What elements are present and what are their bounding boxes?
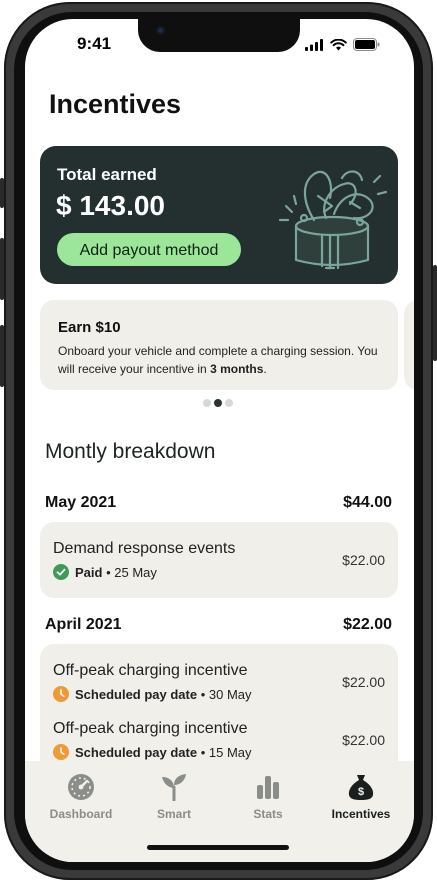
pagination-dot[interactable] [203,399,211,407]
item-status: Scheduled pay date [75,744,198,760]
bar-chart-icon [257,776,279,799]
item-date: 15 May [208,744,252,760]
item-date: 30 May [208,686,252,702]
incentive-item[interactable]: Off-peak charging incentive Scheduled pa… [53,662,385,706]
next-promo-card-peek[interactable] [404,300,414,390]
app-screen: 9:41 Incentives Total earned $ 143.00 Ad… [25,19,414,862]
month-label: April 2021 [45,616,122,633]
tab-label: Dashboard [49,807,113,821]
total-earned-label: Total earned [57,165,157,184]
status-icons [305,38,380,51]
item-amount: $22.00 [342,732,385,748]
camera-dot [156,26,165,35]
tab-smart[interactable]: Smart [129,773,219,821]
wifi-icon [330,38,347,50]
sprout-icon [162,774,186,801]
month-header-may: May 2021 $44.00 [45,494,392,512]
month-total: $44.00 [343,494,392,511]
signal-icon [305,38,323,51]
item-status: Scheduled pay date [75,686,198,702]
total-earned-card: Total earned $ 143.00 Add payout method [40,146,398,284]
earn-promo-card[interactable]: Earn $10 Onboard your vehicle and comple… [40,300,398,390]
battery-icon [353,38,380,51]
clock-icon [53,744,69,760]
page-title: Incentives [49,89,182,119]
tab-dashboard[interactable]: Dashboard [36,773,126,821]
pagination-dot-active[interactable] [214,399,222,407]
tab-label: Stats [253,807,283,821]
notch [138,19,300,52]
item-title: Off-peak charging incentive [53,662,248,679]
tab-incentives[interactable]: $ Incentives [316,773,406,821]
add-payout-method-button[interactable]: Add payout method [57,233,241,266]
item-status-line: Scheduled pay date • 15 May [53,744,252,760]
incentive-item[interactable]: Demand response events Paid • 25 May $22… [53,540,385,584]
bottom-tab-bar: Dashboard Smart Stats $ Incentives [25,761,414,862]
item-date: 25 May [114,564,157,580]
promo-text-end: . [263,362,267,376]
tab-stats[interactable]: Stats [223,773,313,821]
svg-text:$: $ [358,786,364,798]
side-button-power [433,265,437,361]
carousel-pagination [203,399,233,407]
money-bag-icon: $ [348,775,374,800]
item-title: Off-peak charging incentive [53,720,248,737]
status-time: 9:41 [77,34,112,53]
item-amount: $22.00 [342,674,385,690]
money-pot-illustration [278,170,388,270]
side-button-mute [0,178,4,208]
total-earned-amount: $ 143.00 [56,190,165,221]
incentive-item[interactable]: Off-peak charging incentive Scheduled pa… [53,720,385,764]
clock-icon [53,686,69,702]
pagination-dot[interactable] [225,399,233,407]
promo-title: Earn $10 [58,319,121,336]
side-button-volume-up [0,238,4,300]
gauge-icon [68,774,94,800]
month-items-card: Demand response events Paid • 25 May $22… [40,522,398,598]
promo-description: Onboard your vehicle and complete a char… [58,342,388,378]
tab-label: Incentives [331,807,391,821]
check-circle-icon [53,564,69,580]
item-status-line: Scheduled pay date • 30 May [53,686,252,702]
breakdown-title: Montly breakdown [45,440,216,463]
tab-label: Smart [156,807,191,821]
item-status-line: Paid • 25 May [53,564,157,580]
side-button-volume-down [0,325,4,387]
home-indicator[interactable] [147,845,289,850]
item-amount: $22.00 [342,552,385,568]
promo-text-highlight: 3 months [210,362,264,376]
month-label: May 2021 [45,494,117,511]
month-header-april: April 2021 $22.00 [45,616,392,634]
item-status: Paid [75,564,103,580]
month-total: $22.00 [343,616,392,633]
item-title: Demand response events [53,540,236,557]
